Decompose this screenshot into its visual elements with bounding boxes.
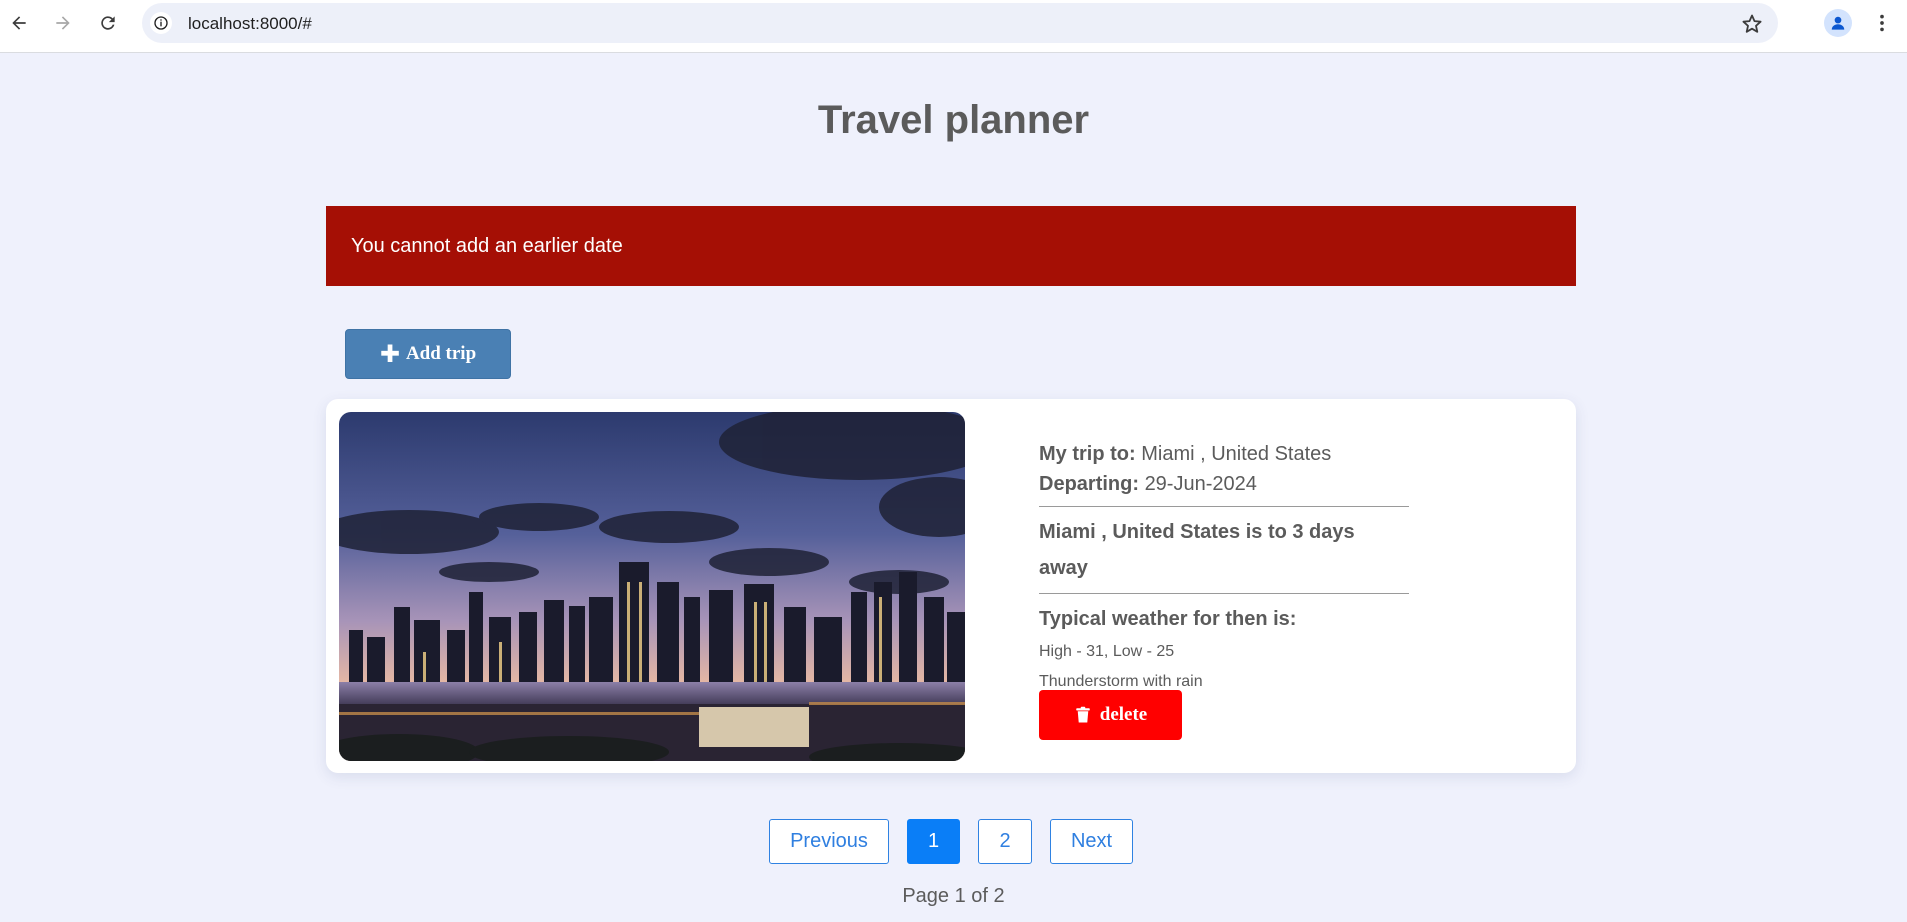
trip-details: My trip to: Miami , United States Depart… bbox=[1039, 439, 1409, 697]
error-alert: You cannot add an earlier date bbox=[326, 206, 1576, 286]
page-1-button[interactable]: 1 bbox=[907, 819, 960, 864]
destination-value: Miami , United States bbox=[1141, 443, 1332, 465]
url-text[interactable]: localhost:8000/# bbox=[188, 14, 312, 34]
weather-temperature: High - 31, Low - 25 bbox=[1039, 643, 1175, 660]
forward-button[interactable] bbox=[47, 7, 79, 39]
reload-icon bbox=[101, 16, 115, 30]
reload-button[interactable] bbox=[92, 7, 124, 39]
previous-page-button[interactable]: Previous bbox=[769, 819, 889, 864]
add-trip-label: Add trip bbox=[405, 343, 477, 364]
add-trip-button[interactable]: ✚ Add trip bbox=[345, 329, 511, 379]
error-message: You cannot add an earlier date bbox=[351, 235, 623, 257]
divider bbox=[1039, 506, 1409, 507]
bookmark-star-icon[interactable] bbox=[1740, 12, 1764, 36]
page-2-button[interactable]: 2 bbox=[978, 819, 1032, 864]
address-bar[interactable]: localhost:8000/# bbox=[142, 3, 1778, 43]
more-menu-icon[interactable] bbox=[1870, 9, 1894, 37]
browser-toolbar: localhost:8000/# bbox=[0, 0, 1907, 53]
trip-countdown: Miami , United States is to 3 days away bbox=[1039, 521, 1355, 579]
site-info-icon[interactable] bbox=[150, 12, 172, 34]
trip-destination-photo bbox=[339, 412, 965, 761]
divider bbox=[1039, 593, 1409, 594]
weather-title: Typical weather for then is: bbox=[1039, 608, 1297, 630]
trip-card: My trip to: Miami , United States Depart… bbox=[326, 399, 1576, 773]
delete-trip-button[interactable]: delete bbox=[1039, 690, 1182, 740]
departing-row: Departing: 29-Jun-2024 bbox=[1039, 469, 1409, 499]
arrow-left-icon bbox=[12, 16, 26, 30]
page-title: Travel planner bbox=[817, 98, 1090, 142]
profile-avatar-icon[interactable] bbox=[1824, 9, 1852, 37]
destination-row: My trip to: Miami , United States bbox=[1039, 439, 1409, 469]
delete-label: delete bbox=[1099, 704, 1148, 725]
page-status: Page 1 of 2 bbox=[902, 885, 1005, 907]
plus-icon: ✚ bbox=[379, 340, 400, 368]
trash-icon bbox=[1076, 706, 1090, 723]
back-button[interactable] bbox=[3, 7, 35, 39]
departing-value: 29-Jun-2024 bbox=[1144, 473, 1257, 495]
next-page-button[interactable]: Next bbox=[1050, 819, 1133, 864]
destination-label: My trip to: bbox=[1039, 443, 1136, 465]
departing-label: Departing: bbox=[1039, 473, 1139, 495]
arrow-right-icon bbox=[56, 16, 70, 30]
